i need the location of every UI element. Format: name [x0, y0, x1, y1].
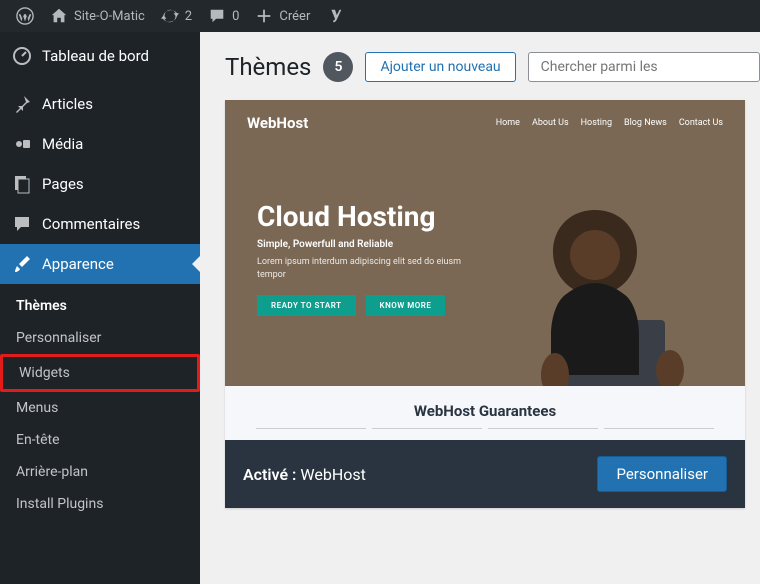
pages-icon — [12, 174, 32, 194]
submenu-themes[interactable]: Thèmes — [0, 290, 200, 322]
theme-card-footer: Activé : WebHost Personnaliser — [225, 440, 745, 508]
preview-nav-links: HomeAbout UsHostingBlog NewsContact Us — [496, 118, 723, 128]
brush-icon — [12, 254, 32, 274]
submenu-background[interactable]: Arrière-plan — [0, 456, 200, 488]
create-link[interactable]: Créer — [247, 0, 318, 32]
menu-comments[interactable]: Commentaires — [0, 204, 200, 244]
appearance-submenu: Thèmes Personnaliser Widgets Menus En-tê… — [0, 284, 200, 530]
dashboard-icon — [12, 46, 32, 66]
menu-posts[interactable]: Articles — [0, 84, 200, 124]
theme-count-badge: 5 — [323, 52, 353, 82]
search-input[interactable] — [528, 52, 760, 82]
admin-sidebar: Tableau de bord Articles Média Pages Com… — [0, 32, 200, 584]
submenu-menus[interactable]: Menus — [0, 392, 200, 424]
theme-card[interactable]: WebHost HomeAbout UsHostingBlog NewsCont… — [225, 100, 745, 508]
menu-dashboard[interactable]: Tableau de bord — [0, 32, 200, 84]
pin-icon — [12, 94, 32, 114]
yoast-link[interactable] — [318, 0, 352, 32]
updates-link[interactable]: 2 — [153, 0, 200, 32]
content-area: Thèmes 5 Ajouter un nouveau WebHost Home… — [200, 32, 760, 584]
page-header: Thèmes 5 Ajouter un nouveau — [225, 52, 760, 82]
submenu-widgets[interactable]: Widgets — [0, 354, 200, 392]
preview-hero: Cloud Hosting Simple, Powerfull and Reli… — [257, 200, 487, 316]
preview-brand: WebHost — [247, 114, 308, 132]
comment-icon — [12, 214, 32, 234]
media-icon — [12, 134, 32, 154]
submenu-install-plugins[interactable]: Install Plugins — [0, 488, 200, 520]
menu-media[interactable]: Média — [0, 124, 200, 164]
menu-appearance[interactable]: Apparence — [0, 244, 200, 284]
customize-button[interactable]: Personnaliser — [597, 456, 727, 492]
comments-link[interactable]: 0 — [200, 0, 247, 32]
submenu-customize[interactable]: Personnaliser — [0, 322, 200, 354]
site-link[interactable]: Site-O-Matic — [42, 0, 153, 32]
submenu-header[interactable]: En-tête — [0, 424, 200, 456]
menu-pages[interactable]: Pages — [0, 164, 200, 204]
preview-guarantee: WebHost Guarantees — [225, 386, 745, 440]
admin-toolbar: Site-O-Matic 2 0 Créer — [0, 0, 760, 32]
theme-preview: WebHost HomeAbout UsHostingBlog NewsCont… — [225, 100, 745, 440]
active-theme-label: Activé : WebHost — [243, 465, 366, 484]
page-title: Thèmes — [225, 53, 311, 81]
add-new-button[interactable]: Ajouter un nouveau — [365, 52, 515, 82]
wp-logo[interactable] — [8, 0, 42, 32]
